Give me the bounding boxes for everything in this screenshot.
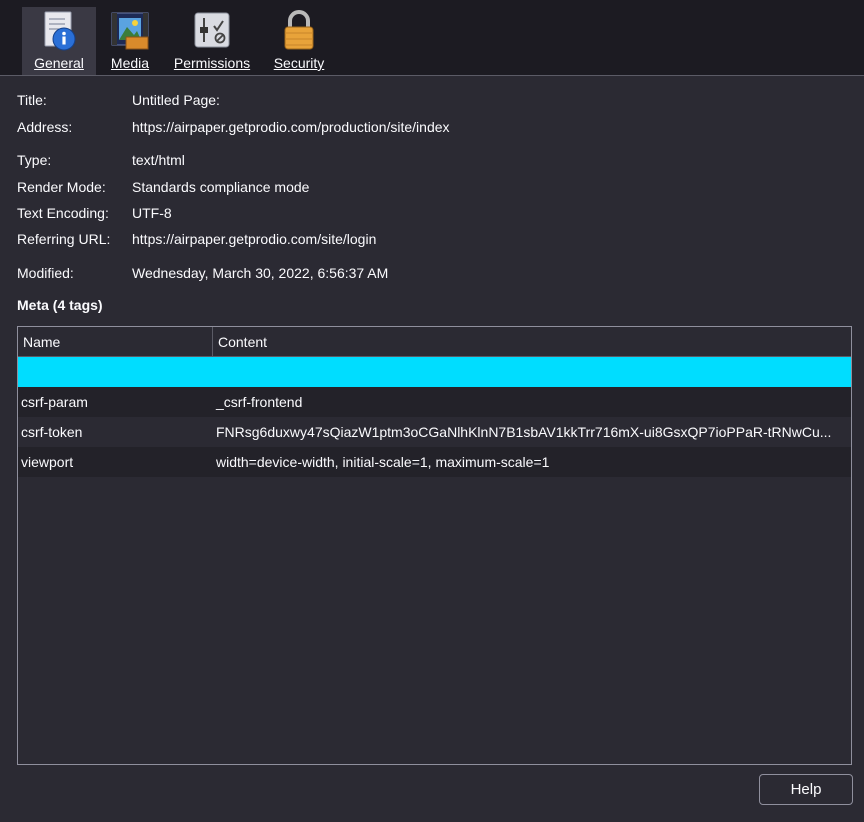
meta-table-header: Name Content (18, 327, 851, 357)
encoding-row: Text Encoding: UTF-8 (17, 203, 172, 223)
encoding-label: Text Encoding: (17, 205, 109, 221)
render-mode-label: Render Mode: (17, 179, 106, 195)
tab-media[interactable]: Media (104, 7, 156, 75)
media-icon (111, 12, 149, 50)
table-row[interactable]: viewport width=device-width, initial-sca… (18, 447, 851, 477)
render-mode-value[interactable]: Standards compliance mode (132, 179, 309, 195)
tab-media-label: Media (110, 55, 150, 71)
modified-label: Modified: (17, 265, 74, 281)
tab-permissions[interactable]: Permissions (170, 7, 254, 75)
render-mode-row: Render Mode: Standards compliance mode (17, 177, 309, 197)
row-content: _csrf-frontend (216, 394, 303, 410)
row-content: width=device-width, initial-scale=1, max… (216, 454, 550, 470)
table-row[interactable]: csrf-token FNRsg6duxwy47sQiazW1ptm3oCGaN… (18, 417, 851, 447)
tab-security-label: Security (273, 55, 325, 71)
type-label: Type: (17, 152, 52, 168)
lock-icon (284, 10, 314, 50)
tab-security[interactable]: Security (268, 7, 330, 75)
table-row[interactable] (18, 357, 851, 387)
type-row: Type: text/html (17, 150, 185, 170)
modified-value[interactable]: Wednesday, March 30, 2022, 6:56:37 AM (132, 265, 388, 281)
type-value[interactable]: text/html (132, 152, 185, 168)
title-value[interactable]: Untitled Page: (132, 92, 220, 108)
tab-permissions-label: Permissions (173, 55, 251, 71)
row-name: csrf-token (21, 424, 83, 440)
row-name: csrf-param (21, 394, 88, 410)
address-value[interactable]: https://airpaper.getprodio.com/productio… (132, 119, 450, 135)
modified-row: Modified: Wednesday, March 30, 2022, 6:5… (17, 263, 388, 283)
encoding-value[interactable]: UTF-8 (132, 205, 172, 221)
tab-general[interactable]: General (22, 7, 96, 75)
meta-table[interactable]: Name Content csrf-param _csrf-frontend c… (17, 326, 852, 765)
referring-url-label: Referring URL: (17, 231, 111, 247)
title-row: Title: Untitled Page: (17, 90, 220, 110)
referring-url-row: Referring URL: https://airpaper.getprodi… (17, 229, 376, 249)
page-info-window: General Media Permissions Security Title… (0, 0, 864, 822)
address-label: Address: (17, 119, 73, 135)
row-name: viewport (21, 454, 74, 470)
table-row[interactable]: csrf-param _csrf-frontend (18, 387, 851, 417)
tab-general-label: General (34, 55, 84, 71)
referring-url-value[interactable]: https://airpaper.getprodio.com/site/logi… (132, 231, 376, 247)
column-header-name[interactable]: Name (18, 327, 213, 357)
row-content: FNRsg6duxwy47sQiazW1ptm3oCGaNlhKlnN7B1sb… (216, 424, 832, 440)
title-label: Title: (17, 92, 47, 108)
permissions-icon (194, 12, 230, 48)
meta-section-title: Meta (4 tags) (17, 297, 103, 313)
info-icon (44, 11, 76, 51)
column-header-content[interactable]: Content (213, 327, 851, 357)
address-row: Address: https://airpaper.getprodio.com/… (17, 117, 450, 137)
help-button[interactable]: Help (759, 774, 853, 805)
tab-toolbar: General Media Permissions Security (0, 0, 864, 76)
